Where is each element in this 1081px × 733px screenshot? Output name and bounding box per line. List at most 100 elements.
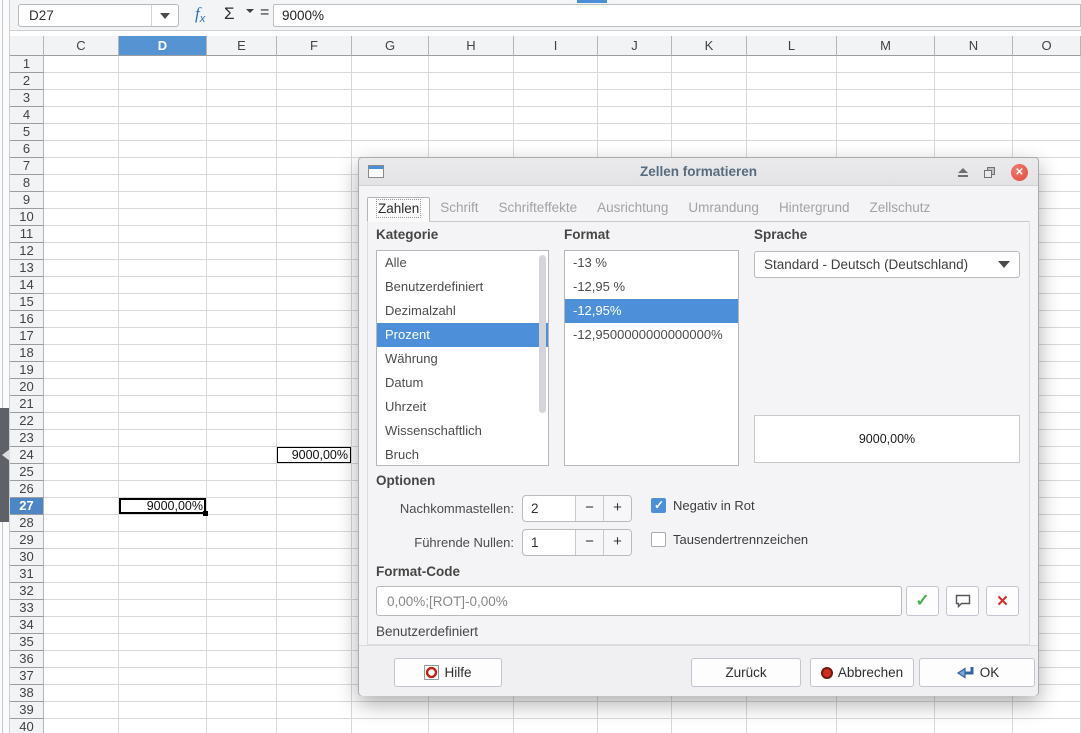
row-header-28[interactable]: 28 [10,515,44,532]
cell-I4[interactable] [514,107,598,124]
column-header-J[interactable]: J [598,36,672,56]
column-header-F[interactable]: F [277,36,352,56]
cell-C25[interactable] [44,464,119,481]
cell-I6[interactable] [514,141,598,158]
cell-C7[interactable] [44,158,119,175]
cell-D3[interactable] [119,90,207,107]
cell-C1[interactable] [44,56,119,73]
category-bruch[interactable]: Bruch [377,443,548,466]
cell-E39[interactable] [207,702,277,719]
cell-F11[interactable] [277,226,352,243]
cell-C36[interactable] [44,651,119,668]
row-header-19[interactable]: 19 [10,362,44,379]
column-header-M[interactable]: M [837,36,935,56]
tab-zellschutz[interactable]: Zellschutz [859,197,940,222]
cell-C14[interactable] [44,277,119,294]
cell-H2[interactable] [429,73,514,90]
cell-E10[interactable] [207,209,277,226]
cell-D40[interactable] [119,719,207,733]
tab-zahlen[interactable]: Zahlen [367,197,430,222]
cell-F6[interactable] [277,141,352,158]
formula-icon[interactable]: = [260,4,269,22]
cell-M6[interactable] [837,141,935,158]
column-header-G[interactable]: G [352,36,429,56]
cell-E4[interactable] [207,107,277,124]
cell-L1[interactable] [747,56,837,73]
cell-C16[interactable] [44,311,119,328]
row-header-1[interactable]: 1 [10,56,44,73]
cell-F33[interactable] [277,600,352,617]
cell-K6[interactable] [672,141,747,158]
cell-M3[interactable] [837,90,935,107]
cell-F28[interactable] [277,515,352,532]
cell-C22[interactable] [44,413,119,430]
cell-E3[interactable] [207,90,277,107]
cell-C19[interactable] [44,362,119,379]
cell-J3[interactable] [598,90,672,107]
cell-F20[interactable] [277,379,352,396]
cell-D17[interactable] [119,328,207,345]
row-header-34[interactable]: 34 [10,617,44,634]
tab-schrift[interactable]: Schrift [430,197,488,222]
cell-O2[interactable] [1013,73,1081,90]
cell-E17[interactable] [207,328,277,345]
cell-F24[interactable]: 9000,00% [277,447,352,464]
cell-E23[interactable] [207,430,277,447]
column-header-C[interactable]: C [44,36,119,56]
cell-L4[interactable] [747,107,837,124]
cell-D1[interactable] [119,56,207,73]
format--13-[interactable]: -13 % [565,251,738,275]
category-w-hrung[interactable]: Währung [377,347,548,371]
cell-F22[interactable] [277,413,352,430]
row-header-30[interactable]: 30 [10,549,44,566]
cell-E26[interactable] [207,481,277,498]
cell-F9[interactable] [277,192,352,209]
cell-O39[interactable] [1013,702,1081,719]
cell-N39[interactable] [935,702,1013,719]
negative-red-checkbox[interactable] [651,498,666,513]
close-icon[interactable]: ✕ [1011,164,1028,181]
cell-I39[interactable] [514,702,598,719]
cell-J5[interactable] [598,124,672,141]
function-wizard-icon[interactable]: fx [195,4,205,24]
cell-D33[interactable] [119,600,207,617]
cell-F32[interactable] [277,583,352,600]
cell-E8[interactable] [207,175,277,192]
cell-O40[interactable] [1013,719,1081,733]
cell-C35[interactable] [44,634,119,651]
cell-F14[interactable] [277,277,352,294]
row-header-18[interactable]: 18 [10,345,44,362]
row-header-24[interactable]: 24 [10,447,44,464]
cell-D19[interactable] [119,362,207,379]
cell-D35[interactable] [119,634,207,651]
cell-G6[interactable] [352,141,429,158]
cell-N1[interactable] [935,56,1013,73]
category-prozent[interactable]: Prozent [377,323,548,347]
sum-dropdown-icon[interactable] [246,13,254,31]
tab-ausrichtung[interactable]: Ausrichtung [587,197,678,222]
cell-E1[interactable] [207,56,277,73]
cell-E16[interactable] [207,311,277,328]
cell-L2[interactable] [747,73,837,90]
column-header-H[interactable]: H [429,36,514,56]
cell-E37[interactable] [207,668,277,685]
cell-I2[interactable] [514,73,598,90]
row-header-17[interactable]: 17 [10,328,44,345]
cell-E30[interactable] [207,549,277,566]
select-all-corner[interactable] [10,36,44,56]
cell-C6[interactable] [44,141,119,158]
cell-H1[interactable] [429,56,514,73]
cell-N2[interactable] [935,73,1013,90]
cell-F8[interactable] [277,175,352,192]
row-header-14[interactable]: 14 [10,277,44,294]
cell-C30[interactable] [44,549,119,566]
cell-E36[interactable] [207,651,277,668]
cell-C28[interactable] [44,515,119,532]
cell-F23[interactable] [277,430,352,447]
cell-C37[interactable] [44,668,119,685]
cell-L40[interactable] [747,719,837,733]
cell-C26[interactable] [44,481,119,498]
cell-D23[interactable] [119,430,207,447]
cell-D15[interactable] [119,294,207,311]
row-header-9[interactable]: 9 [10,192,44,209]
